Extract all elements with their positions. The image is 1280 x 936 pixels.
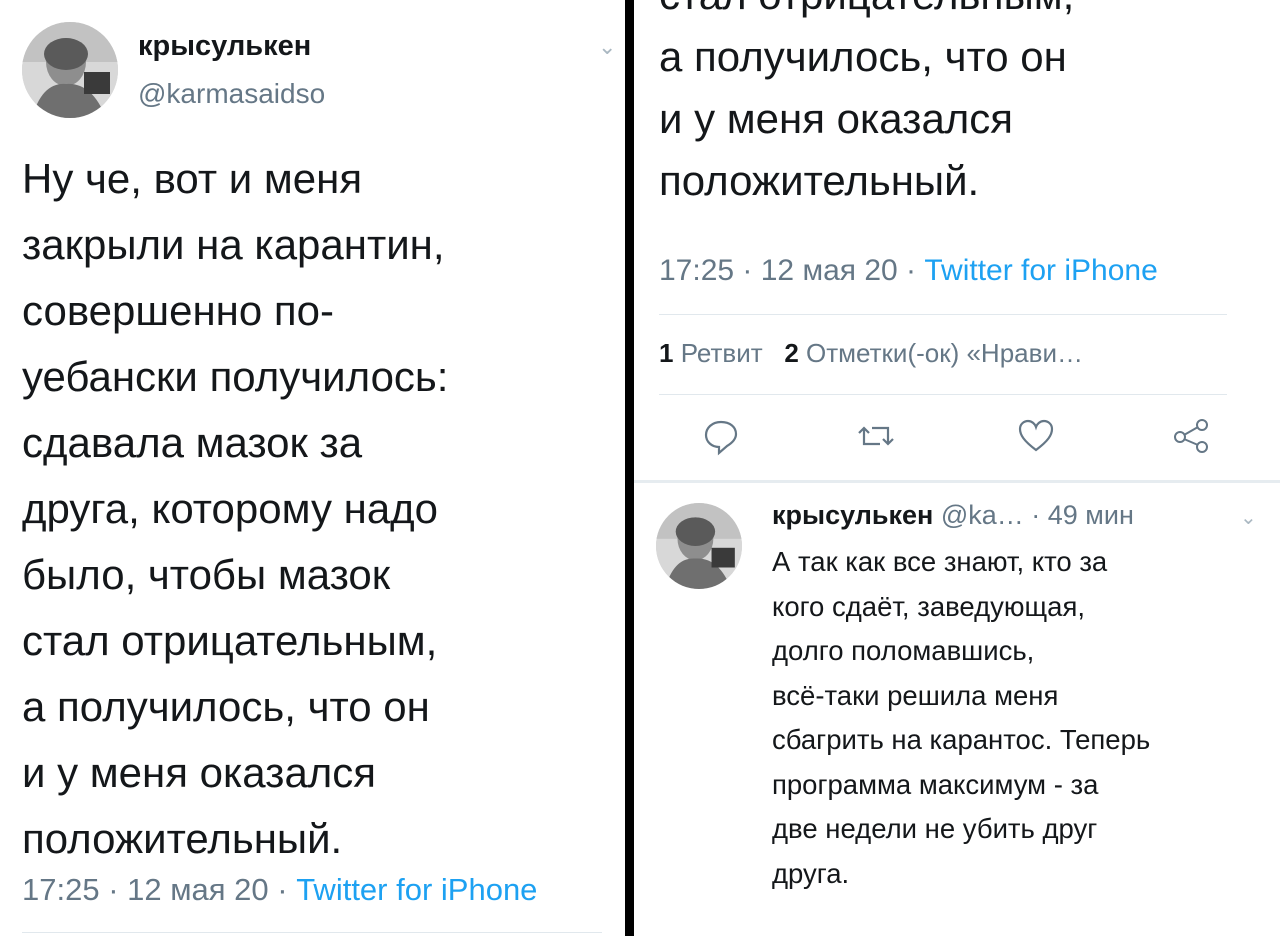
reply-header: крысулькен @ka… · 49 мин [772, 500, 1134, 531]
avatar[interactable] [22, 22, 118, 118]
divider-line [659, 394, 1227, 395]
tweet-actions [659, 414, 1227, 458]
retweets-label: Ретвит [680, 338, 763, 368]
reply-icon[interactable] [699, 414, 743, 458]
chevron-down-icon[interactable]: ⌄ [598, 36, 616, 58]
chevron-down-icon[interactable]: ⌄ [1240, 508, 1257, 528]
right-screenshot-panel: стал отрицательным, а получилось, что он… [634, 0, 1280, 936]
share-icon[interactable] [1169, 414, 1213, 458]
tweet-text: стал отрицательным, а получилось, что он… [659, 0, 1074, 204]
tweet-stats: 1 Ретвит 2 Отметки(-ок) «Нрави… [659, 338, 1083, 369]
retweet-icon[interactable] [854, 414, 898, 458]
reply-text: А так как все знают, кто за кого сдаёт, … [772, 546, 1151, 889]
display-name[interactable]: крысулькен [138, 30, 311, 63]
user-handle[interactable]: @karmasaidso [138, 78, 325, 110]
display-name[interactable]: крысулькен [772, 500, 933, 530]
tweet-time: 17:25 · 12 мая 20 · [659, 254, 925, 287]
avatar-photo [22, 22, 118, 118]
retweets-stat[interactable]: 1 Ретвит [659, 338, 763, 368]
likes-stat[interactable]: 2 Отметки(-ок) «Нрави… [784, 338, 1083, 368]
tweet-timestamp: 17:25 · 12 мая 20 · Twitter for iPhone [659, 254, 1158, 288]
likes-label: Отметки(-ок) «Нрави… [806, 338, 1083, 368]
tweet-timestamp: 17:25 · 12 мая 20 · Twitter for iPhone [22, 872, 537, 908]
user-handle[interactable]: @ka… [941, 500, 1024, 530]
likes-count: 2 [784, 338, 799, 368]
like-icon[interactable] [1014, 414, 1058, 458]
avatar-photo [656, 503, 742, 589]
tweet-source-link[interactable]: Twitter for iPhone [924, 254, 1157, 287]
section-separator [634, 480, 1280, 483]
tweet-time: 17:25 · 12 мая 20 · [22, 872, 297, 907]
panel-divider [625, 0, 634, 936]
avatar[interactable] [656, 503, 742, 589]
divider-line [22, 932, 602, 933]
tweet-text: Ну че, вот и меня закрыли на карантин, с… [22, 155, 449, 862]
tweet-source-link[interactable]: Twitter for iPhone [296, 872, 537, 907]
reply-time: · 49 мин [1023, 500, 1134, 530]
retweets-count: 1 [659, 338, 674, 368]
divider-line [659, 314, 1227, 315]
left-screenshot-panel: крысулькен @karmasaidso ⌄ Ну че, вот и м… [0, 0, 625, 936]
